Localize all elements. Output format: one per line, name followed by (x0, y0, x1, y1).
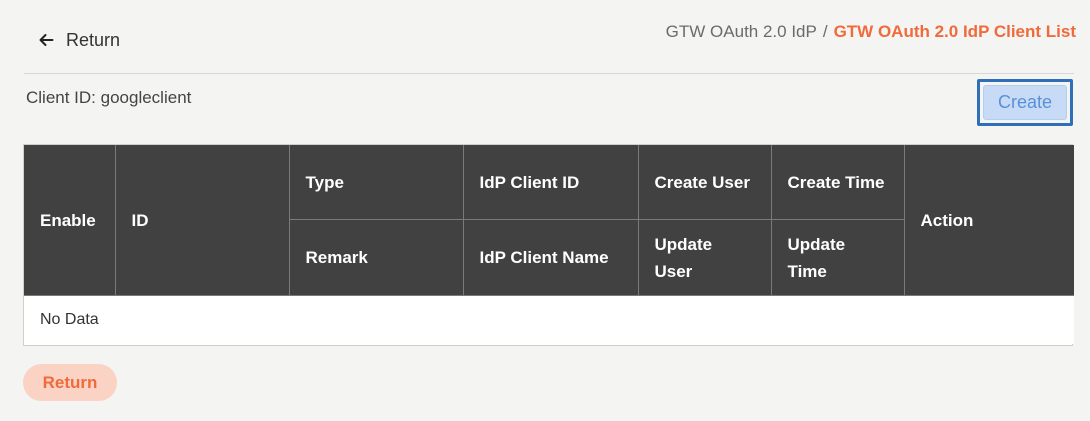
column-header-create-user: Create User (637, 145, 772, 220)
column-header-type: Type (288, 145, 464, 220)
return-button[interactable]: Return (23, 364, 117, 401)
return-link-label: Return (66, 29, 121, 50)
top-bar: Return GTW OAuth 2.0 IdP / GTW OAuth 2.0… (0, 0, 1090, 74)
create-button-focus-ring: Create (977, 79, 1073, 126)
table-row-empty: No Data (24, 295, 1074, 344)
create-button[interactable]: Create (983, 85, 1067, 120)
header-divider (24, 73, 1074, 74)
client-table-grid: Enable ID Type IdP Client ID Create User… (24, 145, 1074, 344)
breadcrumb-current: GTW OAuth 2.0 IdP Client List (833, 22, 1076, 41)
column-header-id: ID (114, 145, 290, 296)
column-header-idp-client-name: IdP Client Name (462, 219, 639, 296)
column-header-idp-client-id: IdP Client ID (462, 145, 639, 220)
return-link[interactable]: Return (38, 28, 120, 52)
column-header-update-time: Update Time (770, 219, 904, 296)
column-header-update-user: Update User (637, 219, 772, 296)
breadcrumb: GTW OAuth 2.0 IdP / GTW OAuth 2.0 IdP Cl… (666, 22, 1076, 42)
column-header-remark: Remark (289, 219, 464, 296)
column-header-enable: Enable (24, 145, 116, 296)
breadcrumb-parent[interactable]: GTW OAuth 2.0 IdP (666, 22, 817, 42)
column-header-create-time: Create Time (770, 145, 905, 220)
breadcrumb-separator: / (822, 22, 828, 41)
column-header-action: Action (903, 145, 1074, 296)
empty-state-text: No Data (24, 295, 1074, 344)
client-id-text: Client ID: googleclient (26, 88, 192, 107)
arrow-left-icon (38, 32, 54, 48)
client-table: Enable ID Type IdP Client ID Create User… (23, 144, 1074, 346)
